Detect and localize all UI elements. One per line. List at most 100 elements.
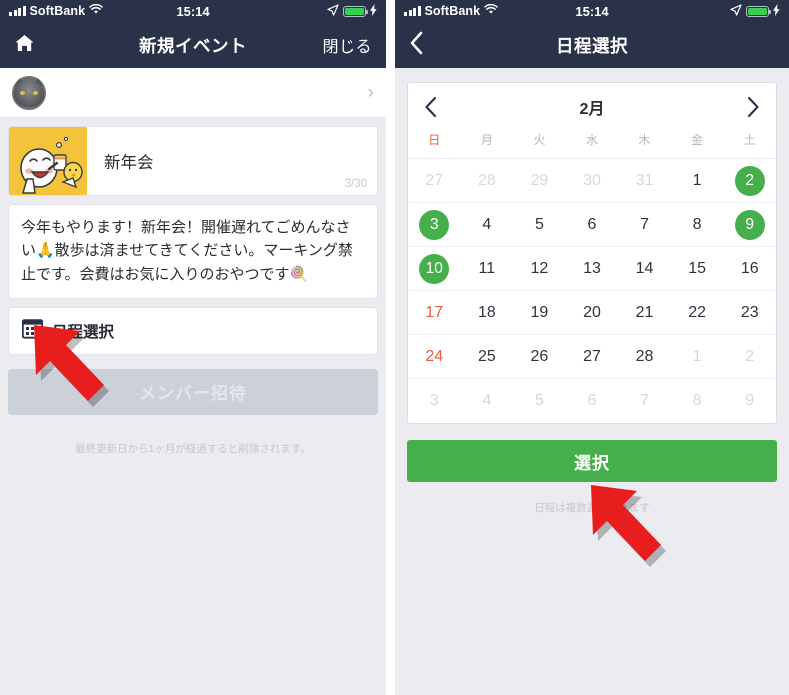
calendar-day-cell[interactable]: 17 [408, 291, 461, 335]
carrier-label: SoftBank [29, 4, 86, 18]
calendar-day-cell[interactable]: 7 [618, 203, 671, 247]
line-character-thumbnail [9, 127, 87, 195]
calendar-day-cell: 27 [408, 159, 461, 203]
avatar [12, 75, 46, 110]
home-icon [14, 33, 35, 58]
page-title-right: 日程選択 [556, 35, 628, 56]
battery-icon [343, 5, 369, 17]
calendar-day-cell: 4 [482, 392, 492, 409]
calendar-day-cell[interactable]: 26 [513, 335, 566, 379]
weekday-label-日: 日 [428, 133, 441, 147]
prev-month-button[interactable] [424, 96, 437, 118]
cat-eye-right-icon [33, 90, 38, 95]
screen-divider [386, 0, 395, 695]
cat-head-icon [14, 80, 44, 107]
weekday-label-木: 木 [638, 133, 651, 147]
calendar-day-cell: 5 [534, 392, 544, 409]
calendar-card: 2月 日月火水木金土 27 28 29 30 31 1 2 3 4 5 6 7 8 9 10 11 12 13 14… [407, 82, 777, 424]
calendar-day-cell[interactable]: 27 [565, 335, 619, 379]
weekday-label-火: 火 [533, 133, 546, 147]
calendar-day-cell: 29 [513, 159, 566, 203]
dual-screenshot: SoftBank 15:14 新規イベント 閉じる › 新年会 3/30 今年も… [0, 0, 789, 695]
calendar-day-cell[interactable]: 3 [408, 203, 461, 247]
calendar-day-cell[interactable]: 20 [565, 291, 619, 335]
calendar-day-cell: 2 [723, 335, 776, 379]
selected-day-marker: 3 [419, 209, 450, 240]
calendar-day-cell: 31 [618, 159, 671, 203]
calendar-icon [21, 318, 44, 344]
weekday-label-月: 月 [480, 133, 493, 147]
left-screen-body: › 新年会 3/30 今年もやります！新年会！開催遅れてごめんなさい🙏散歩は済ま… [0, 68, 386, 695]
wifi-icon [89, 3, 103, 18]
multi-select-hint: 日程は複数選択できます [534, 502, 650, 514]
calendar-header: 2月 [408, 83, 776, 131]
status-bar-right: SoftBank 15:14 [395, 0, 789, 22]
back-button[interactable] [409, 31, 423, 60]
navbar-right: 日程選択 [395, 22, 789, 68]
calendar-day-cell[interactable]: 1 [670, 159, 724, 203]
home-button[interactable] [14, 33, 35, 58]
calendar-day-cell[interactable]: 2 [723, 159, 776, 203]
date-picker-label: 日程選択 [52, 323, 115, 341]
calendar-day-cell: 1 [670, 335, 724, 379]
cat-eye-left-icon [20, 90, 25, 95]
next-month-button[interactable] [747, 96, 760, 118]
profile-row[interactable]: › [0, 68, 386, 118]
status-bar-right-group [327, 3, 377, 19]
weekday-label-水: 水 [585, 133, 598, 147]
selected-day-marker: 10 [419, 253, 450, 284]
calendar-day-cell[interactable]: 15 [670, 247, 724, 291]
location-arrow-icon [730, 3, 742, 19]
carrier-label: SoftBank [424, 4, 481, 18]
calendar-day-cell[interactable]: 8 [670, 203, 724, 247]
month-label: 2月 [579, 101, 605, 118]
weekday-header-row: 日月火水木金土 [408, 131, 776, 159]
weekday-label-土: 土 [743, 133, 756, 147]
calendar-day-cell[interactable]: 19 [513, 291, 566, 335]
charging-bolt-icon [773, 3, 780, 19]
confirm-selection-button[interactable]: 選択 [407, 440, 777, 482]
status-bar-left-group: SoftBank [9, 3, 103, 18]
calendar-day-cell[interactable]: 18 [460, 291, 514, 335]
right-screen: SoftBank 15:14 日程選択 2月 日 月 火 水 木 金 土 27 … [395, 0, 789, 695]
calendar-day-cell[interactable]: 4 [460, 203, 514, 247]
event-description[interactable]: 今年もやります！新年会！開催遅れてごめんなさい🙏散歩は済ませてきてください。マー… [8, 204, 378, 299]
calendar-day-cell: 30 [565, 159, 619, 203]
signal-bars-icon [9, 6, 26, 16]
calendar-day-cell[interactable]: 6 [565, 203, 619, 247]
calendar-day-cell[interactable]: 24 [408, 335, 461, 379]
calendar-day-cell[interactable]: 21 [618, 291, 671, 335]
calendar-day-cell[interactable]: 23 [723, 291, 776, 335]
calendar-day-cell[interactable]: 28 [618, 335, 671, 379]
navbar-left: 新規イベント 閉じる [0, 22, 386, 68]
character-counter: 3/30 [344, 178, 367, 190]
wifi-icon [484, 3, 498, 18]
calendar-day-cell[interactable]: 9 [723, 203, 776, 247]
location-arrow-icon [327, 3, 339, 19]
charging-bolt-icon [370, 3, 377, 19]
battery-icon [746, 5, 772, 17]
calendar-day-cell[interactable]: 12 [513, 247, 566, 291]
calendar-day-cell: 8 [692, 392, 702, 409]
status-bar-left-group: SoftBank [404, 3, 498, 18]
event-card[interactable]: 新年会 3/30 [8, 126, 378, 196]
calendar-day-cell[interactable]: 16 [723, 247, 776, 291]
right-screen-body: 2月 日月火水木金土 27 28 29 30 31 1 2 3 4 5 6 7 8 9 10 11 12 13 14… [395, 82, 789, 695]
event-title: 新年会 [104, 154, 154, 172]
calendar-day-cell[interactable]: 13 [565, 247, 619, 291]
calendar-day-cell[interactable]: 22 [670, 291, 724, 335]
calendar-day-cell[interactable]: 5 [513, 203, 566, 247]
calendar-day-cell: 28 [460, 159, 514, 203]
calendar-day-cell[interactable]: 10 [408, 247, 461, 291]
close-button[interactable]: 閉じる [322, 33, 372, 57]
invite-members-button[interactable]: メンバー招待 [8, 368, 378, 415]
date-picker-row[interactable]: 日程選択 [8, 306, 378, 355]
calendar-day-cell[interactable]: 11 [460, 247, 514, 291]
calendar-grid: 27 28 29 30 31 1 2 3 4 5 6 7 8 9 10 11 12 13 14 15 16 17 18 19 2… [408, 159, 776, 423]
calendar-day-cell[interactable]: 14 [618, 247, 671, 291]
selected-day-marker: 9 [734, 209, 765, 240]
calendar-day-cell: 6 [587, 392, 597, 409]
calendar-day-cell[interactable]: 25 [460, 335, 514, 379]
status-bar-right-group [730, 3, 780, 19]
chevron-right-icon: › [367, 82, 374, 103]
